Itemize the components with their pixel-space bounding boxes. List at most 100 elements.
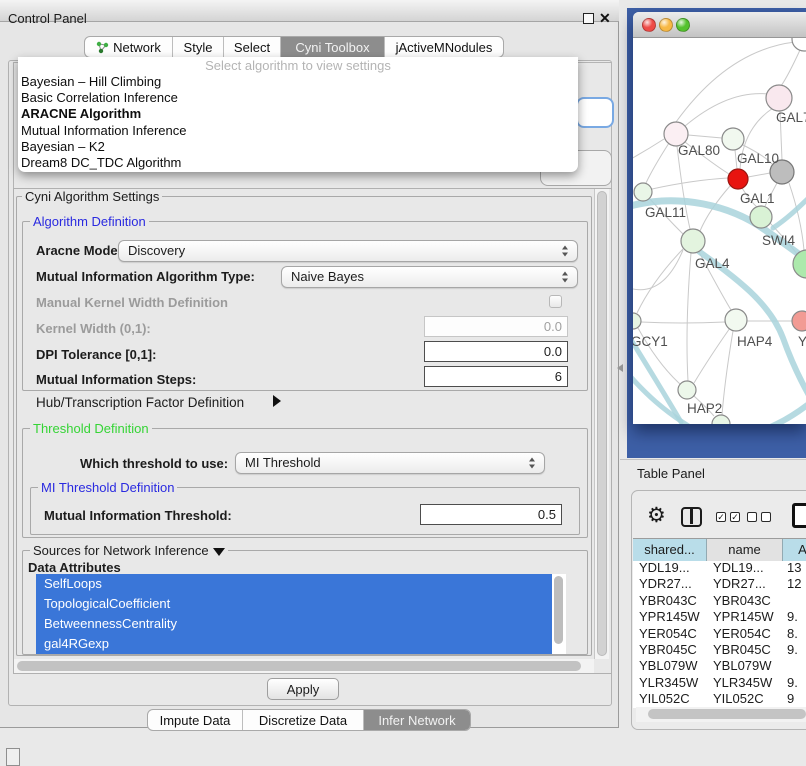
which-threshold-label: Which threshold to use: bbox=[80, 456, 228, 471]
tab-discretize-data[interactable]: Discretize Data bbox=[243, 710, 364, 730]
table-header-row: shared...nameA bbox=[633, 538, 806, 560]
float-window-button[interactable] bbox=[583, 13, 594, 24]
hub-definition-expander[interactable]: Hub/Transcription Factor Definition bbox=[36, 395, 244, 410]
select-all-checks-icon[interactable]: ✓ ✓ bbox=[716, 512, 740, 522]
tab-impute-data[interactable]: Impute Data bbox=[148, 710, 243, 730]
settings-horizontal-scrollbar-thumb[interactable] bbox=[17, 661, 581, 671]
network-node[interactable] bbox=[766, 85, 792, 111]
network-node[interactable] bbox=[634, 183, 652, 201]
algorithm-option[interactable]: Mutual Information Inference bbox=[18, 123, 578, 139]
function-builder-icon[interactable] bbox=[792, 503, 806, 528]
network-edge-thick[interactable] bbox=[773, 188, 806, 228]
network-node[interactable] bbox=[792, 311, 806, 331]
table-row[interactable]: YDL19...YDL19...13 bbox=[633, 560, 806, 576]
mi-steps-input[interactable]: 6 bbox=[424, 366, 568, 387]
expander-arrow-icon[interactable] bbox=[273, 395, 281, 407]
kernel-width-input[interactable]: 0.0 bbox=[424, 316, 568, 337]
network-edge[interactable] bbox=[688, 135, 722, 138]
network-edge[interactable] bbox=[748, 173, 770, 177]
splitter-collapse-arrow[interactable] bbox=[617, 364, 623, 372]
tab-cyni-toolbox[interactable]: Cyni Toolbox bbox=[281, 37, 385, 57]
algorithm-option[interactable]: Basic Correlation Inference bbox=[18, 90, 578, 106]
algorithm-option[interactable]: Bayesian – Hill Climbing bbox=[18, 74, 578, 90]
network-node[interactable] bbox=[678, 381, 696, 399]
attribute-item-selected[interactable]: BetweennessCentrality bbox=[36, 614, 566, 634]
dpi-tolerance-input[interactable]: 0.0 bbox=[424, 341, 568, 362]
minimize-window-light[interactable] bbox=[659, 18, 673, 32]
network-edge[interactable] bbox=[781, 50, 800, 86]
table-row[interactable]: YIL052CYIL052C9 bbox=[633, 691, 806, 707]
table-cell: YBR045C bbox=[633, 642, 707, 658]
close-panel-button[interactable]: ✕ bbox=[599, 10, 611, 27]
clear-checks-icon[interactable] bbox=[747, 512, 771, 522]
network-edge[interactable] bbox=[652, 178, 728, 189]
network-edge[interactable] bbox=[646, 143, 669, 183]
table-row[interactable]: YPR145WYPR145W9. bbox=[633, 609, 806, 625]
network-node[interactable] bbox=[792, 38, 806, 51]
network-node[interactable] bbox=[728, 169, 748, 189]
network-edge[interactable] bbox=[685, 94, 768, 126]
split-panes-icon[interactable] bbox=[681, 507, 702, 527]
network-edge[interactable] bbox=[641, 322, 725, 323]
node-label: GCY1 bbox=[633, 334, 668, 349]
bottom-left-grip[interactable] bbox=[6, 748, 20, 766]
table-row[interactable]: YLR345WYLR345W9. bbox=[633, 675, 806, 691]
table-cell: YBL079W bbox=[707, 658, 783, 674]
network-edge[interactable] bbox=[637, 249, 683, 313]
tab-network[interactable]: Network bbox=[85, 37, 173, 57]
manual-kernel-width-checkbox[interactable] bbox=[549, 295, 562, 308]
table-row[interactable]: YBR043CYBR043C bbox=[633, 593, 806, 609]
attribute-item-selected[interactable]: gal4RGexp bbox=[36, 634, 566, 654]
network-node[interactable] bbox=[722, 128, 744, 150]
close-window-light[interactable] bbox=[642, 18, 656, 32]
hub-definition-label: Hub/Transcription Factor Definition bbox=[36, 395, 244, 410]
network-edge[interactable] bbox=[687, 253, 691, 381]
tab-style[interactable]: Style bbox=[173, 37, 224, 57]
algorithm-option[interactable]: ARACNE Algorithm bbox=[18, 106, 578, 122]
algorithm-option[interactable]: Dream8 DC_TDC Algorithm bbox=[18, 155, 578, 171]
settings-vertical-scrollbar-thumb[interactable] bbox=[597, 191, 607, 656]
table-cell: YIL052C bbox=[707, 691, 783, 707]
mi-algorithm-type-combo[interactable]: Naive Bayes bbox=[281, 266, 578, 288]
collapse-arrow-icon[interactable] bbox=[213, 548, 225, 556]
table-row[interactable]: YBL079WYBL079W bbox=[633, 658, 806, 674]
table-horizontal-scrollbar-thumb[interactable] bbox=[648, 709, 806, 719]
algorithm-option[interactable]: Bayesian – K2 bbox=[18, 139, 578, 155]
table-row[interactable]: YDR27...YDR27...12 bbox=[633, 576, 806, 592]
apply-button[interactable]: Apply bbox=[267, 678, 339, 700]
table-cell: YBR043C bbox=[707, 593, 783, 609]
aracne-mode-combo[interactable]: Discovery bbox=[118, 240, 578, 262]
network-edge[interactable] bbox=[722, 331, 733, 415]
network-edge[interactable] bbox=[633, 139, 664, 160]
zoom-window-light[interactable] bbox=[676, 18, 690, 32]
table-column-header[interactable]: shared... bbox=[633, 539, 707, 561]
network-edge-thick[interactable] bbox=[728, 394, 806, 424]
tab-label: Impute Data bbox=[160, 713, 231, 728]
attribute-item-selected[interactable]: SelfLoops bbox=[36, 574, 566, 594]
table-row[interactable]: YER054CYER054C8. bbox=[633, 626, 806, 642]
which-threshold-combo[interactable]: MI Threshold bbox=[235, 452, 545, 474]
data-attributes-list[interactable]: SelfLoopsTopologicalCoefficientBetweenne… bbox=[36, 574, 566, 654]
tab-jactivemnodules[interactable]: jActiveMNodules bbox=[385, 37, 503, 57]
table-column-header[interactable]: name bbox=[707, 539, 783, 561]
sources-group-label[interactable]: Sources for Network Inference bbox=[30, 543, 228, 558]
tab-select[interactable]: Select bbox=[224, 37, 281, 57]
table-column-header[interactable]: A bbox=[783, 539, 806, 561]
table-row[interactable]: YBR045CYBR045C9. bbox=[633, 642, 806, 658]
network-edge[interactable] bbox=[633, 250, 683, 290]
attributes-list-scrollbar-thumb[interactable] bbox=[554, 576, 563, 644]
network-edge[interactable] bbox=[694, 328, 730, 383]
table-cell: 13 bbox=[783, 560, 806, 576]
network-node[interactable] bbox=[681, 229, 705, 253]
network-node[interactable] bbox=[750, 206, 772, 228]
mi-threshold-input[interactable]: 0.5 bbox=[420, 504, 562, 525]
attribute-item-selected[interactable]: TopologicalCoefficient bbox=[36, 594, 566, 614]
network-node[interactable] bbox=[712, 415, 730, 424]
gear-icon[interactable]: ⚙ bbox=[647, 503, 666, 528]
network-node[interactable] bbox=[725, 309, 747, 331]
network-edge-thick[interactable] bbox=[697, 250, 806, 412]
network-node[interactable] bbox=[633, 313, 641, 329]
tab-infer-network[interactable]: Infer Network bbox=[364, 710, 470, 730]
network-canvas[interactable]: GAL7GAL80GAL10GAL1GAL11SWI4GAL4GCY1HAP4Y… bbox=[633, 38, 806, 424]
table-panel-title: Table Panel bbox=[637, 466, 705, 481]
